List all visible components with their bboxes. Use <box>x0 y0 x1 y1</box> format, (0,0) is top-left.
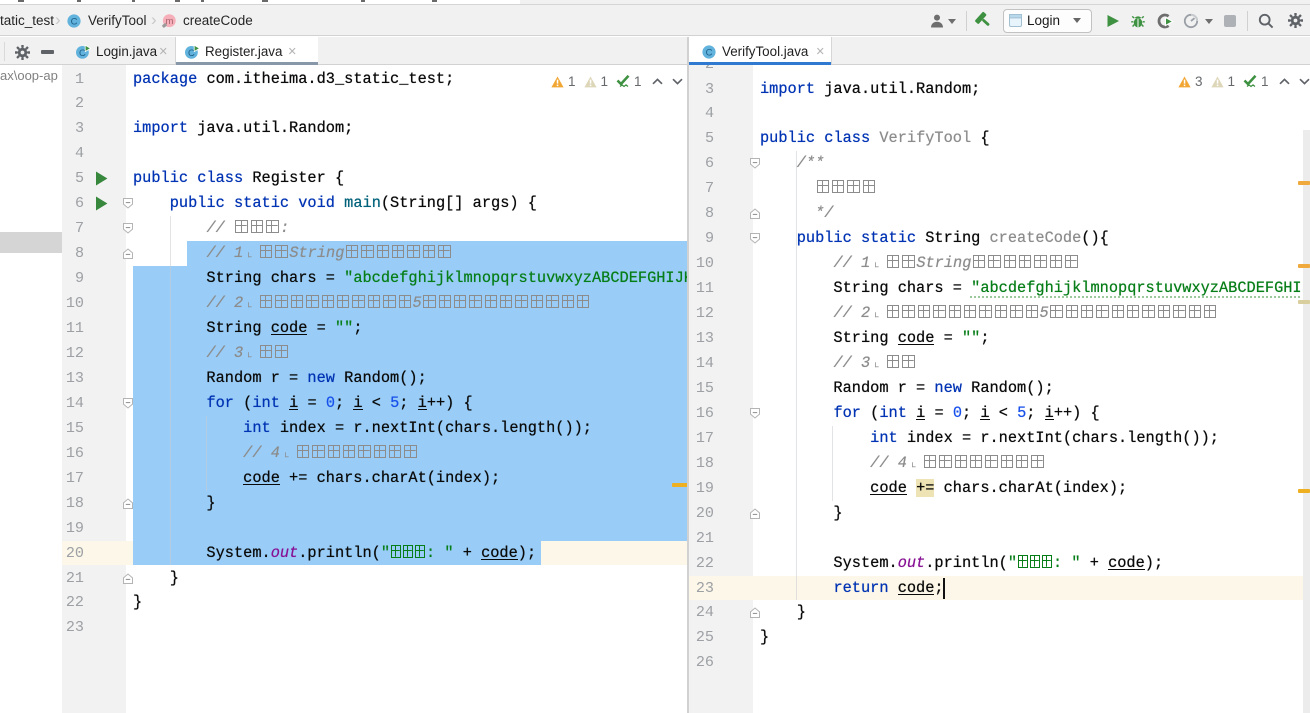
svg-text:C: C <box>706 48 713 59</box>
svg-text:C: C <box>71 17 78 28</box>
